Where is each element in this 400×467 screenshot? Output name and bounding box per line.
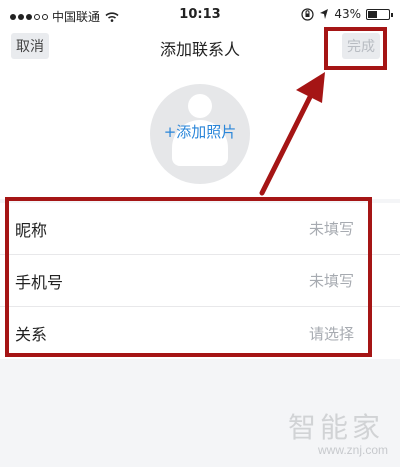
battery-icon (366, 8, 393, 20)
status-bar: 中国联通 10:13 43% (0, 0, 400, 30)
done-highlight-box (324, 27, 387, 70)
status-right: 43% (301, 7, 393, 21)
add-photo-link[interactable]: +添加照片 (150, 121, 250, 142)
photo-section: +添加照片 (0, 64, 400, 199)
watermark-url: www.znj.com (318, 443, 389, 457)
battery-fill (368, 10, 377, 18)
rotation-lock-icon (301, 7, 314, 21)
battery-percent: 43% (334, 7, 361, 21)
cancel-button[interactable]: 取消 (11, 33, 49, 59)
watermark-text: 智能家 (288, 411, 385, 444)
fields-highlight-box (5, 197, 372, 357)
location-arrow-icon (320, 9, 329, 19)
avatar-head-shape (188, 94, 212, 118)
